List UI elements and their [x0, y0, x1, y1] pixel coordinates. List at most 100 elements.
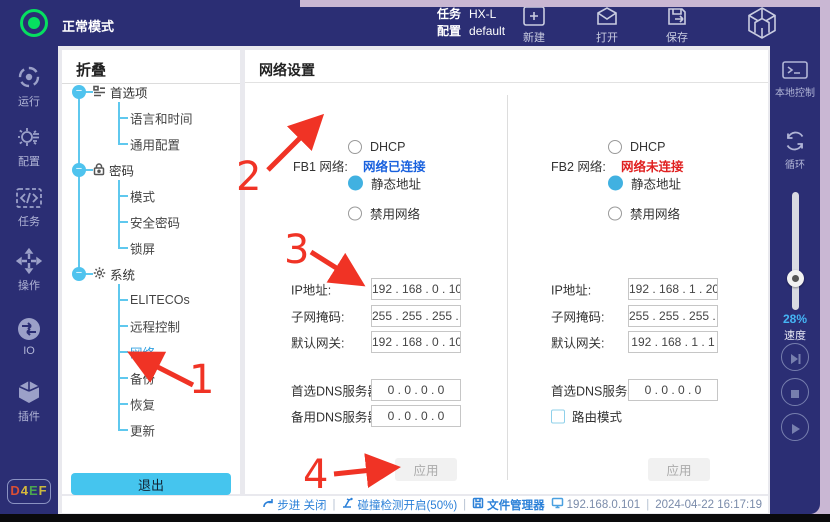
open-button-label: 打开: [578, 29, 636, 45]
fb2-radio-disable[interactable]: 禁用网络: [608, 204, 680, 223]
task-config-block: 任务 HX-L 配置 default: [437, 6, 505, 40]
tree-item-restore[interactable]: 恢复: [130, 395, 155, 414]
fb1-dns2-field[interactable]: 0 . 0 . 0 . 0: [371, 405, 461, 427]
brand-cube-logo: [742, 4, 782, 49]
fb1-gateway-field[interactable]: 192 . 168 . 0 . 101: [371, 331, 461, 353]
loop-mode-button[interactable]: 循环: [770, 128, 820, 171]
new-file-icon: [505, 5, 563, 27]
exit-button[interactable]: 退出: [71, 473, 231, 495]
fb2-ip-field[interactable]: 192 . 168 . 1 . 200: [628, 278, 718, 300]
fb1-dns1-field[interactable]: 0 . 0 . 0 . 0: [371, 379, 461, 401]
fb1-apply-button[interactable]: 应用: [395, 458, 457, 481]
task-label: 任务: [437, 6, 461, 23]
sidebar-item-config[interactable]: 配置: [0, 124, 58, 169]
tree-stub: [118, 221, 128, 223]
new-button[interactable]: 新建: [505, 5, 563, 45]
status-bar: 步进 关闭 | 碰撞检测开启(50%) | 文件管理器 192.168.0.10…: [62, 496, 768, 513]
fb2-network-label: FB2 网络:: [551, 156, 606, 175]
tree-collapse-header[interactable]: 折叠: [62, 50, 240, 84]
status-datetime: 2024-04-22 16:17:19: [655, 499, 762, 511]
tree-item-general-config[interactable]: 通用配置: [130, 135, 180, 154]
step-status[interactable]: 步进 关闭: [262, 497, 326, 513]
fb2-route-mode-checkbox[interactable]: 路由模式: [551, 407, 622, 426]
mode-label: 正常模式: [62, 16, 114, 35]
fb2-radio-dhcp[interactable]: DHCP: [608, 140, 665, 154]
save-icon: [648, 5, 706, 27]
fb2-mask-label: 子网掩码:: [551, 307, 604, 326]
gear-config-icon: [0, 124, 58, 150]
fb1-ip-field[interactable]: 192 . 168 . 0 . 101: [371, 278, 461, 300]
fb2-apply-button[interactable]: 应用: [648, 458, 710, 481]
plugin-cube-icon: [0, 379, 58, 405]
run-target-icon: [0, 64, 58, 90]
sidebar-item-run[interactable]: 运行: [0, 64, 58, 109]
tree-branch-line: [118, 102, 120, 144]
tree-stub: [118, 117, 128, 119]
file-manager-icon: [472, 497, 484, 512]
speed-label: 速度: [770, 327, 820, 343]
save-button[interactable]: 保存: [648, 5, 706, 45]
radio-unchecked-icon: [348, 140, 362, 154]
tree-stub: [118, 143, 128, 145]
tree-item-mode[interactable]: 模式: [130, 187, 155, 206]
list-icon: [93, 84, 106, 100]
fb1-ip-label: IP地址:: [291, 280, 331, 299]
fb2-gateway-field[interactable]: 192 . 168 . 1 . 1: [628, 331, 718, 353]
task-value: HX-L: [469, 6, 496, 23]
sidebar-item-operate[interactable]: 操作: [0, 248, 58, 293]
speed-slider-thumb[interactable]: [787, 270, 804, 287]
tree-stub: [118, 325, 128, 327]
collision-status[interactable]: 碰撞检测开启(50%): [341, 497, 457, 513]
tree-item-network[interactable]: 网络: [130, 343, 155, 362]
fb2-mask-field[interactable]: 255 . 255 . 255 . 0: [628, 305, 718, 327]
step-next-button[interactable]: [781, 343, 809, 371]
tree-stub: [85, 169, 93, 171]
title-divider: [245, 82, 768, 83]
speed-slider-track[interactable]: [792, 192, 799, 310]
sidebar-item-io[interactable]: IO: [0, 316, 58, 357]
fb2-radio-static[interactable]: 静态地址: [608, 174, 681, 193]
tree-item-lock-screen[interactable]: 锁屏: [130, 239, 155, 258]
tree-item-password[interactable]: 密码: [93, 161, 134, 180]
fb1-status-text: 网络已连接: [363, 156, 426, 175]
fb1-mask-field[interactable]: 255 . 255 . 255 . 0: [371, 305, 461, 327]
tree-item-remote-control[interactable]: 远程控制: [130, 317, 180, 336]
fb1-radio-static[interactable]: 静态地址: [348, 174, 421, 193]
gear-icon: [93, 266, 106, 282]
tree-item-backup[interactable]: 备份: [130, 369, 155, 388]
open-button[interactable]: 打开: [578, 5, 636, 45]
tree-trunk-line: [78, 92, 80, 274]
sidebar-item-plugin[interactable]: 插件: [0, 379, 58, 424]
tree-branch-line: [118, 284, 120, 430]
left-sidebar: 运行 配置 任务 操作 IO 插件 D4EF: [0, 46, 58, 514]
local-control-button[interactable]: 本地控制: [770, 60, 820, 99]
right-sidebar: 本地控制 循环 28% 速度: [770, 46, 820, 514]
tree-item-language-time[interactable]: 语言和时间: [130, 109, 193, 128]
stop-button[interactable]: [781, 378, 809, 406]
skip-next-icon: [782, 352, 808, 366]
tree-item-system[interactable]: 系统: [93, 265, 135, 284]
fb1-gateway-label: 默认网关:: [291, 333, 344, 352]
tree-stub: [118, 195, 128, 197]
checkbox-unchecked-icon: [551, 409, 565, 423]
collapse-node-preferences[interactable]: −: [72, 85, 86, 99]
tree-stub: [118, 247, 128, 249]
sidebar-item-task[interactable]: 任务: [0, 186, 58, 229]
tree-item-safety-password[interactable]: 安全密码: [130, 213, 180, 232]
tree-item-update[interactable]: 更新: [130, 421, 155, 440]
play-button[interactable]: [781, 413, 809, 441]
file-manager-link[interactable]: 文件管理器: [472, 497, 545, 513]
config-label: 配置: [437, 23, 461, 40]
fb1-radio-disable[interactable]: 禁用网络: [348, 204, 420, 223]
radio-checked-icon: [348, 176, 363, 191]
fb1-radio-dhcp[interactable]: DHCP: [348, 140, 405, 154]
move-arrows-icon: [0, 248, 58, 274]
collapse-node-system[interactable]: −: [72, 267, 86, 281]
tree-item-elitecos[interactable]: ELITECOs: [130, 293, 190, 307]
fb2-dns1-field[interactable]: 0 . 0 . 0 . 0: [628, 379, 718, 401]
tree-item-preferences[interactable]: 首选项: [93, 83, 148, 102]
fb2-ip-label: IP地址:: [551, 280, 591, 299]
mode-status-light: [20, 9, 48, 37]
settings-tree-panel: 折叠 − − − 首选项 密码: [62, 50, 240, 494]
collapse-node-password[interactable]: −: [72, 163, 86, 177]
